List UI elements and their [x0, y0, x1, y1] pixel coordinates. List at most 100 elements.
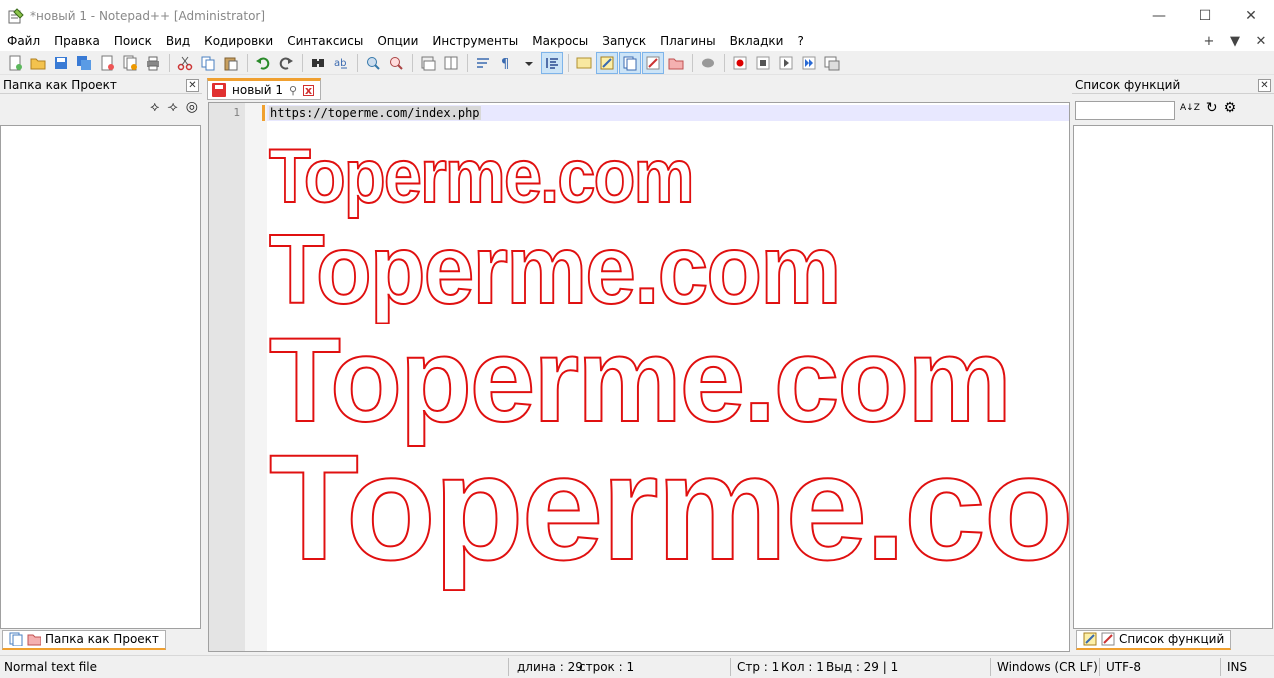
line-number: 1	[233, 106, 240, 119]
gear-icon[interactable]: ⚙	[1224, 100, 1237, 116]
panel-close-button[interactable]: ✕	[186, 78, 199, 92]
pin-icon[interactable]: ⚲	[289, 84, 297, 97]
new-file-icon[interactable]	[4, 52, 26, 74]
change-marker	[262, 105, 265, 121]
menu-view[interactable]: Вид	[159, 31, 197, 51]
tab-close-icon[interactable]: x	[303, 84, 315, 96]
watermark-text: Toperme.com	[268, 422, 1070, 592]
unsaved-icon	[212, 83, 226, 97]
print-icon[interactable]	[142, 52, 164, 74]
close-all-icon[interactable]	[119, 52, 141, 74]
function-tree[interactable]	[1073, 125, 1273, 629]
menu-bar: Файл Правка Поиск Вид Кодировки Синтакси…	[0, 31, 1274, 51]
minimize-button[interactable]: —	[1136, 0, 1182, 31]
menu-macro[interactable]: Макросы	[525, 31, 595, 51]
menu-language[interactable]: Синтаксисы	[280, 31, 370, 51]
folder-tree[interactable]	[0, 125, 201, 629]
sort-icon[interactable]: A↓Z	[1180, 100, 1200, 116]
menu-run[interactable]: Запуск	[595, 31, 653, 51]
tab-label: новый 1	[232, 83, 283, 97]
editor-area: новый 1 ⚲ x 1 https://toperme.com/index.…	[206, 77, 1070, 652]
undo-icon[interactable]	[252, 52, 274, 74]
menu-plugins[interactable]: Плагины	[653, 31, 722, 51]
panel-title: Папка как Проект	[3, 78, 117, 92]
toolbar-separator	[302, 53, 303, 72]
indent-guide-icon[interactable]	[541, 51, 563, 74]
function-search-input[interactable]	[1075, 101, 1175, 120]
doc-list-icon[interactable]	[619, 51, 641, 74]
menu-file[interactable]: Файл	[0, 31, 47, 51]
tab-folder-workspace[interactable]: Папка как Проект	[2, 629, 166, 650]
all-chars-icon[interactable]: ¶	[495, 52, 517, 74]
text-editor[interactable]: 1 https://toperme.com/index.php Toperme.…	[208, 102, 1070, 652]
fold-margin	[245, 103, 267, 651]
tab-new-1[interactable]: новый 1 ⚲ x	[207, 78, 322, 100]
collapse-all-icon[interactable]: ⟢	[167, 99, 177, 115]
menu-settings[interactable]: Опции	[370, 31, 425, 51]
copy-icon[interactable]	[197, 52, 219, 74]
toolbar-separator	[247, 53, 248, 72]
menu-tools[interactable]: Инструменты	[425, 31, 525, 51]
close-window-button[interactable]: ✕	[1228, 0, 1274, 31]
status-eol[interactable]: Windows (CR LF)	[997, 660, 1098, 674]
status-divider	[990, 658, 991, 676]
locate-file-icon[interactable]: ◎	[186, 99, 198, 115]
maximize-button[interactable]: ☐	[1182, 0, 1228, 31]
sync-h-icon[interactable]	[440, 52, 462, 74]
save-macro-icon[interactable]	[821, 52, 843, 74]
tab-label: Список функций	[1119, 632, 1225, 646]
status-divider	[1099, 658, 1100, 676]
status-insert-mode[interactable]: INS	[1227, 660, 1247, 674]
record-macro-icon[interactable]	[729, 52, 751, 74]
status-encoding[interactable]: UTF-8	[1106, 660, 1141, 674]
doc-map-icon[interactable]	[596, 51, 618, 74]
menu-search[interactable]: Поиск	[107, 31, 159, 51]
reload-icon[interactable]: ↻	[1206, 100, 1218, 116]
expand-all-icon[interactable]: ⟡	[150, 99, 159, 115]
function-list-icon	[1101, 632, 1115, 646]
sync-v-icon[interactable]	[417, 52, 439, 74]
tab-list-button[interactable]: ▼	[1222, 34, 1248, 49]
menu-window[interactable]: Вкладки	[723, 31, 791, 51]
paste-icon[interactable]	[220, 52, 242, 74]
find-icon[interactable]	[307, 52, 329, 74]
lang-icon[interactable]	[573, 52, 595, 74]
run-macro-multiple-icon[interactable]	[798, 52, 820, 74]
watermark-text: Toperme.com	[268, 213, 842, 325]
status-length: длина : 29	[517, 660, 583, 674]
close-doc-button[interactable]: ✕	[1248, 34, 1274, 49]
menu-encoding[interactable]: Кодировки	[197, 31, 280, 51]
folder-workspace-icon[interactable]	[665, 52, 687, 74]
dropdown-arrow-icon[interactable]	[518, 52, 540, 74]
panel-tools: ⟡ ⟢ ◎	[0, 94, 202, 119]
redo-icon[interactable]	[275, 52, 297, 74]
panel-header: Список функций ✕	[1072, 77, 1274, 94]
zoom-in-icon[interactable]	[362, 52, 384, 74]
save-icon[interactable]	[50, 52, 72, 74]
save-all-icon[interactable]	[73, 52, 95, 74]
toolbar-separator	[412, 53, 413, 72]
monitoring-icon[interactable]	[697, 52, 719, 74]
replace-icon[interactable]: ab	[330, 52, 352, 74]
panel-close-button[interactable]: ✕	[1258, 78, 1271, 92]
status-file-type: Normal text file	[4, 660, 98, 674]
function-list-icon[interactable]	[642, 51, 664, 74]
tab-function-list[interactable]: Список функций	[1076, 629, 1232, 650]
doc-icon	[9, 632, 23, 646]
doc-map-icon	[1083, 632, 1097, 646]
stop-macro-icon[interactable]	[752, 52, 774, 74]
new-tab-button[interactable]: +	[1196, 34, 1222, 49]
close-icon[interactable]	[96, 52, 118, 74]
word-wrap-icon[interactable]	[472, 52, 494, 74]
cut-icon[interactable]	[174, 52, 196, 74]
toolbar-separator	[169, 53, 170, 72]
menu-help[interactable]: ?	[790, 31, 810, 51]
status-column: Кол : 1	[781, 660, 824, 674]
play-macro-icon[interactable]	[775, 52, 797, 74]
zoom-out-icon[interactable]	[385, 52, 407, 74]
status-bar: Normal text file длина : 29 строк : 1 Ст…	[0, 655, 1274, 678]
open-file-icon[interactable]	[27, 52, 49, 74]
menu-edit[interactable]: Правка	[47, 31, 107, 51]
toolbar-separator	[467, 53, 468, 72]
panel-header: Папка как Проект ✕	[0, 77, 202, 94]
